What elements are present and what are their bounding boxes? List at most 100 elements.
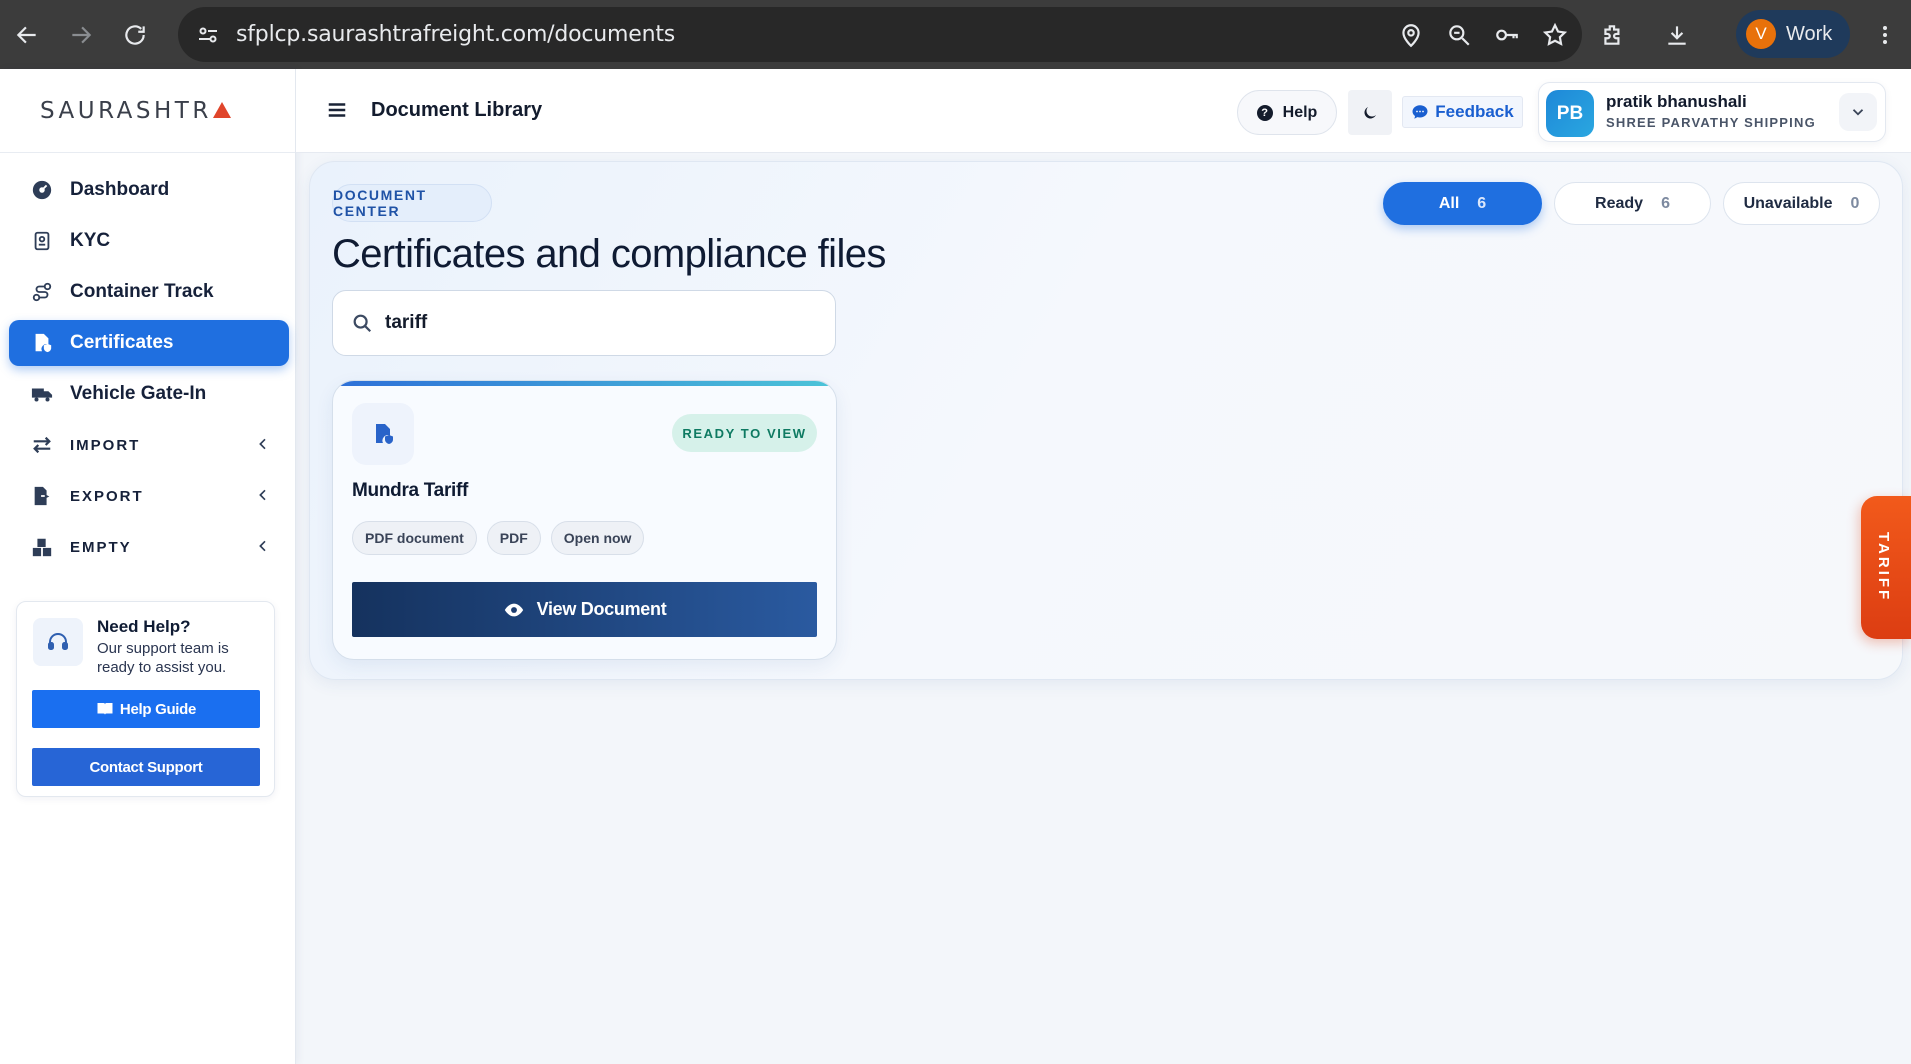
sidebar-item-label: KYC xyxy=(70,230,111,251)
tariff-side-tab-label: TARIFF xyxy=(1875,532,1892,603)
view-document-label: View Document xyxy=(536,599,667,619)
feedback-button-label: Feedback xyxy=(1435,102,1514,121)
sidebar-item-container-track[interactable]: Container Track xyxy=(9,269,289,315)
brand-logo[interactable]: SAURASHTR xyxy=(0,69,295,153)
document-tags: PDF document PDF Open now xyxy=(352,521,645,555)
chat-bubble-icon xyxy=(1412,105,1428,119)
card-accent-bar xyxy=(333,381,836,386)
site-settings-icon[interactable] xyxy=(194,21,222,49)
sidebar-section-empty[interactable]: EMPTY xyxy=(9,524,289,570)
document-panel: DOCUMENT CENTER Certificates and complia… xyxy=(309,161,1903,680)
sidebar-menu: Dashboard KYC Container Track Certificat… xyxy=(0,153,295,570)
sidebar-item-certificates[interactable]: Certificates xyxy=(9,320,289,366)
contact-support-button[interactable]: Contact Support xyxy=(32,748,260,786)
sidebar-item-dashboard[interactable]: Dashboard xyxy=(9,167,289,213)
download-icon[interactable] xyxy=(1664,22,1690,48)
sidebar-section-export[interactable]: EXPORT xyxy=(9,473,289,519)
zoom-icon[interactable] xyxy=(1446,22,1472,48)
profile-avatar: V xyxy=(1746,19,1776,49)
sidebar-section-label: EXPORT xyxy=(70,487,144,505)
moon-icon xyxy=(1364,106,1376,119)
filter-label: Ready xyxy=(1595,194,1644,212)
brand-triangle-icon xyxy=(212,101,231,118)
filter-unavailable[interactable]: Unavailable 0 xyxy=(1723,182,1880,225)
help-card-subtitle: Our support team is ready to assist you. xyxy=(97,640,229,676)
search-icon xyxy=(353,314,372,333)
eye-icon xyxy=(504,603,523,616)
address-bar[interactable]: sfplcp.saurashtrafreight.com/documents xyxy=(178,7,1582,62)
filter-count: 6 xyxy=(1477,194,1487,212)
user-name: pratik bhanushali xyxy=(1606,92,1747,111)
reload-button[interactable] xyxy=(108,0,162,69)
page-title: Document Library xyxy=(371,99,543,121)
arrow-right-icon xyxy=(72,26,92,43)
page-heading: Certificates and compliance files xyxy=(332,232,886,276)
export-icon xyxy=(30,484,54,508)
filter-all[interactable]: All 6 xyxy=(1383,182,1542,225)
back-button[interactable] xyxy=(0,0,54,69)
help-card: Need Help? Our support team is ready to … xyxy=(16,601,275,797)
user-menu[interactable]: PB pratik bhanushali SHREE PARVATHY SHIP… xyxy=(1538,82,1886,142)
extensions-icon[interactable] xyxy=(1600,22,1626,48)
password-key-icon[interactable] xyxy=(1494,22,1520,48)
chevron-left-icon xyxy=(259,438,266,450)
document-card: READY TO VIEW Mundra Tariff PDF document… xyxy=(332,380,837,660)
user-company: SHREE PARVATHY SHIPPING xyxy=(1606,115,1816,130)
boxes-icon xyxy=(30,535,54,559)
kebab-menu-icon xyxy=(1883,25,1887,44)
dark-mode-toggle[interactable] xyxy=(1348,90,1392,135)
filter-count: 0 xyxy=(1850,194,1860,212)
chevron-down-icon xyxy=(1852,109,1864,116)
profile-button[interactable]: V Work xyxy=(1736,10,1850,58)
browser-menu-button[interactable] xyxy=(1870,0,1900,69)
sidebar-item-label: Certificates xyxy=(70,332,174,353)
chevron-left-icon xyxy=(259,540,266,552)
tag-document-type: PDF document xyxy=(352,521,477,555)
sidebar: SAURASHTR Dashboard KYC Container Track … xyxy=(0,69,296,1064)
tariff-side-tab[interactable]: TARIFF xyxy=(1861,496,1911,639)
sidebar-item-vehicle-gate-in[interactable]: Vehicle Gate-In xyxy=(9,371,289,417)
browser-toolbar: sfplcp.saurashtrafreight.com/documents V… xyxy=(0,0,1911,69)
view-document-button[interactable]: View Document xyxy=(352,582,817,637)
help-button[interactable]: ? Help xyxy=(1237,90,1337,135)
bookmark-star-icon[interactable] xyxy=(1542,22,1568,48)
sidebar-item-label: Vehicle Gate-In xyxy=(70,383,207,404)
truck-icon xyxy=(30,382,54,406)
user-menu-toggle[interactable] xyxy=(1839,93,1877,131)
search-input[interactable]: tariff xyxy=(332,290,836,356)
sidebar-item-kyc[interactable]: KYC xyxy=(9,218,289,264)
arrow-left-icon xyxy=(16,26,36,43)
document-title: Mundra Tariff xyxy=(352,480,469,501)
filter-count: 6 xyxy=(1661,194,1670,212)
app-header: Document Library ? Help Feedback PB prat… xyxy=(296,69,1911,153)
forward-button[interactable] xyxy=(54,0,108,69)
filter-tabs: All 6 Ready 6 Unavailable 0 xyxy=(1383,182,1880,225)
url-text[interactable]: sfplcp.saurashtrafreight.com/documents xyxy=(236,22,675,47)
contact-support-label: Contact Support xyxy=(89,758,203,776)
feedback-button[interactable]: Feedback xyxy=(1402,96,1523,128)
reload-icon xyxy=(125,24,145,45)
search-value[interactable]: tariff xyxy=(385,312,427,334)
kyc-icon xyxy=(30,229,54,253)
document-shield-icon xyxy=(352,403,414,465)
filter-ready[interactable]: Ready 6 xyxy=(1554,182,1711,225)
question-icon: ? xyxy=(1256,104,1273,121)
hamburger-menu-icon[interactable] xyxy=(326,99,348,121)
brand-wordmark: SAURASHTR xyxy=(40,97,212,124)
help-card-title: Need Help? xyxy=(97,617,191,636)
dashboard-icon xyxy=(30,178,54,202)
profile-label: Work xyxy=(1786,22,1833,45)
location-icon[interactable] xyxy=(1398,22,1424,48)
chevron-left-icon xyxy=(259,489,266,501)
sidebar-section-label: EMPTY xyxy=(70,538,132,556)
certificate-icon xyxy=(30,331,54,355)
document-center-badge: DOCUMENT CENTER xyxy=(332,184,492,222)
sidebar-section-import[interactable]: IMPORT xyxy=(9,422,289,468)
tag-availability: Open now xyxy=(550,521,645,555)
avatar: PB xyxy=(1546,90,1594,137)
sidebar-section-label: IMPORT xyxy=(70,436,141,454)
help-button-label: Help xyxy=(1282,103,1318,121)
help-guide-button[interactable]: Help Guide xyxy=(32,690,260,728)
route-icon xyxy=(30,280,54,304)
filter-label: All xyxy=(1438,194,1460,212)
